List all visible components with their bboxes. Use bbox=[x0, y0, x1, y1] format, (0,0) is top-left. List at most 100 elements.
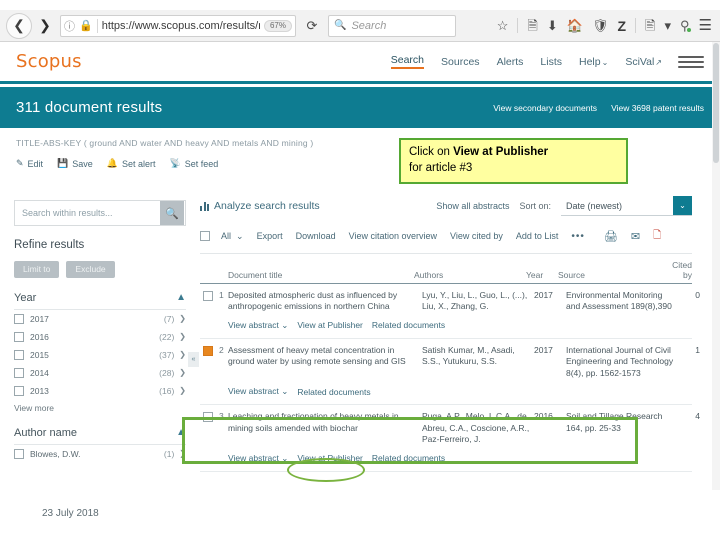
chevron-right-icon[interactable]: ❯ bbox=[179, 386, 186, 395]
facet-year-header[interactable]: Year ▲ bbox=[14, 292, 186, 310]
address-bar[interactable]: ⓘ 🔒 https://www.scopus.com/results/r 67% bbox=[60, 14, 296, 37]
document-authors[interactable]: Satish Kumar, M., Asadi, S.S., Yutukuru,… bbox=[422, 345, 534, 379]
document-cited-by-count[interactable]: 4 bbox=[674, 411, 700, 445]
chevron-up-icon[interactable]: ▲ bbox=[176, 292, 186, 303]
document-authors[interactable]: Lyu, Y., Liu, L., Guo, L., (...), Liu, X… bbox=[422, 290, 534, 313]
exclude-button[interactable]: Exclude bbox=[66, 261, 115, 278]
save-query-button[interactable]: 💾 Save bbox=[57, 158, 93, 169]
collapse-sidebar-button[interactable]: « bbox=[188, 352, 199, 367]
view-patent-results-link[interactable]: View 3698 patent results bbox=[611, 103, 704, 113]
chevron-right-icon[interactable]: ❯ bbox=[179, 332, 186, 341]
view-at-publisher-link[interactable]: View at Publisher bbox=[297, 453, 363, 463]
export-button[interactable]: Export bbox=[257, 231, 283, 241]
chevron-down-icon[interactable]: ⌄ bbox=[236, 231, 244, 242]
view-cited-by-button[interactable]: View cited by bbox=[450, 231, 503, 241]
set-feed-button[interactable]: 📡 Set feed bbox=[170, 158, 219, 169]
view-abstract-link[interactable]: View abstract ⌄ bbox=[228, 320, 288, 331]
search-within-results-box[interactable]: Search within results... 🔍 bbox=[14, 200, 186, 226]
add-to-list-button[interactable]: Add to List bbox=[516, 231, 559, 241]
column-header-title[interactable]: Document title bbox=[228, 270, 414, 280]
page-capture-icon[interactable]: 🖹 bbox=[645, 19, 655, 32]
show-all-abstracts-button[interactable]: Show all abstracts bbox=[436, 201, 509, 211]
back-arrow-icon[interactable]: ❮ bbox=[6, 12, 32, 39]
document-title-link[interactable]: Assessment of heavy metal concentration … bbox=[228, 345, 422, 379]
facet-checkbox[interactable] bbox=[14, 367, 24, 378]
facet-author-header[interactable]: Author name ▲ bbox=[14, 427, 186, 445]
column-header-authors[interactable]: Authors bbox=[414, 270, 526, 280]
nav-item-alerts[interactable]: Alerts bbox=[497, 56, 524, 68]
facet-row[interactable]: 2015 (37) ❯ bbox=[14, 346, 186, 364]
column-header-source[interactable]: Source bbox=[558, 270, 666, 280]
row-checkbox[interactable] bbox=[203, 345, 213, 356]
menu-icon[interactable]: ☰ bbox=[699, 18, 712, 33]
bookmark-star-icon[interactable]: ☆ bbox=[497, 19, 509, 32]
scrollbar-thumb[interactable] bbox=[713, 43, 719, 163]
view-citation-overview-button[interactable]: View citation overview bbox=[349, 231, 437, 241]
tracker-icon[interactable]: ⚲ bbox=[680, 19, 691, 32]
column-header-year[interactable]: Year bbox=[526, 270, 558, 280]
view-abstract-link[interactable]: View abstract ⌄ bbox=[228, 386, 288, 397]
facet-checkbox[interactable] bbox=[14, 331, 24, 342]
print-icon[interactable]: 🖨 bbox=[604, 230, 618, 243]
edit-query-button[interactable]: ✎ Edit bbox=[16, 158, 43, 169]
search-within-submit-icon[interactable]: 🔍 bbox=[160, 201, 184, 225]
email-icon[interactable]: ✉ bbox=[631, 230, 640, 243]
document-title-link[interactable]: Deposited atmospheric dust as influenced… bbox=[228, 290, 422, 313]
reload-icon[interactable]: ⟳ bbox=[301, 15, 323, 37]
zotero-icon[interactable]: Z bbox=[617, 19, 626, 33]
nav-item-search[interactable]: Search bbox=[390, 54, 425, 69]
facet-checkbox[interactable] bbox=[14, 349, 24, 360]
view-secondary-documents-link[interactable]: View secondary documents bbox=[493, 103, 597, 113]
sort-select[interactable]: Date (newest) ⌄ bbox=[561, 196, 692, 216]
more-actions-button[interactable]: ••• bbox=[571, 231, 585, 242]
search-within-input[interactable]: Search within results... bbox=[15, 208, 160, 218]
nav-item-lists[interactable]: Lists bbox=[540, 56, 562, 68]
document-source[interactable]: International Journal of Civil Engineeri… bbox=[566, 345, 674, 379]
facet-checkbox[interactable] bbox=[14, 313, 24, 324]
facet-row[interactable]: 2014 (28) ❯ bbox=[14, 364, 186, 382]
facet-row[interactable]: Blowes, D.W. (1) ❯ bbox=[14, 445, 186, 463]
download-button[interactable]: Download bbox=[296, 231, 336, 241]
row-checkbox[interactable] bbox=[203, 412, 213, 423]
home-icon[interactable]: 🏠 bbox=[567, 19, 583, 32]
limit-to-button[interactable]: Limit to bbox=[14, 261, 60, 278]
chevron-right-icon[interactable]: ❯ bbox=[179, 368, 186, 377]
document-cited-by-count[interactable]: 1 bbox=[674, 345, 700, 379]
chevron-right-icon[interactable]: ❯ bbox=[179, 350, 186, 359]
scopus-hamburger-icon[interactable] bbox=[678, 55, 704, 68]
document-source[interactable]: Soil and Tillage Research 164, pp. 25-33 bbox=[566, 411, 674, 445]
document-source[interactable]: Environmental Monitoring and Assessment … bbox=[566, 290, 674, 313]
row-checkbox[interactable] bbox=[203, 291, 213, 301]
related-documents-link[interactable]: Related documents bbox=[297, 387, 370, 397]
nav-item-help[interactable]: Help⌄ bbox=[579, 56, 608, 68]
view-abstract-link[interactable]: View abstract ⌄ bbox=[228, 453, 288, 464]
document-cited-by-count[interactable]: 0 bbox=[674, 290, 700, 313]
site-info-icon[interactable]: ⓘ bbox=[64, 18, 75, 34]
select-all-checkbox[interactable] bbox=[200, 231, 210, 241]
zoom-level-badge[interactable]: 67% bbox=[263, 19, 292, 32]
browser-search-box[interactable]: 🔍 Search bbox=[328, 14, 456, 37]
facet-checkbox[interactable] bbox=[14, 385, 24, 396]
downloads-icon[interactable]: ⬇ bbox=[547, 19, 558, 32]
document-authors[interactable]: Puga, A.P., Melo, L.C.A., de Abreu, C.A.… bbox=[422, 411, 534, 445]
view-at-publisher-link[interactable]: View at Publisher bbox=[297, 320, 363, 330]
facet-row[interactable]: 2013 (16) ❯ bbox=[14, 382, 186, 400]
reader-list-icon[interactable]: 🗎 bbox=[527, 19, 537, 32]
facet-checkbox[interactable] bbox=[14, 448, 24, 459]
related-documents-link[interactable]: Related documents bbox=[372, 453, 445, 463]
facet-row[interactable]: 2016 (22) ❯ bbox=[14, 328, 186, 346]
scopus-logo[interactable]: Scopus bbox=[16, 51, 82, 72]
chevron-right-icon[interactable]: ❯ bbox=[179, 449, 186, 458]
chevron-down-icon[interactable]: ⌄ bbox=[673, 196, 692, 215]
nav-item-sources[interactable]: Sources bbox=[441, 56, 480, 68]
column-header-cited-by[interactable]: Cited by bbox=[666, 260, 692, 280]
document-title-link[interactable]: Leaching and fractionation of heavy meta… bbox=[228, 411, 422, 445]
page-scrollbar[interactable] bbox=[712, 42, 720, 490]
related-documents-link[interactable]: Related documents bbox=[372, 320, 445, 330]
select-all-control[interactable]: All ⌄ bbox=[200, 231, 244, 242]
shield-icon[interactable]: 🛡 bbox=[592, 19, 609, 32]
pdf-icon[interactable]: 🗋 bbox=[653, 228, 661, 245]
search-input[interactable]: Search bbox=[351, 20, 386, 32]
chevron-right-icon[interactable]: ❯ bbox=[179, 314, 186, 323]
analyze-search-results-button[interactable]: Analyze search results bbox=[200, 200, 320, 212]
